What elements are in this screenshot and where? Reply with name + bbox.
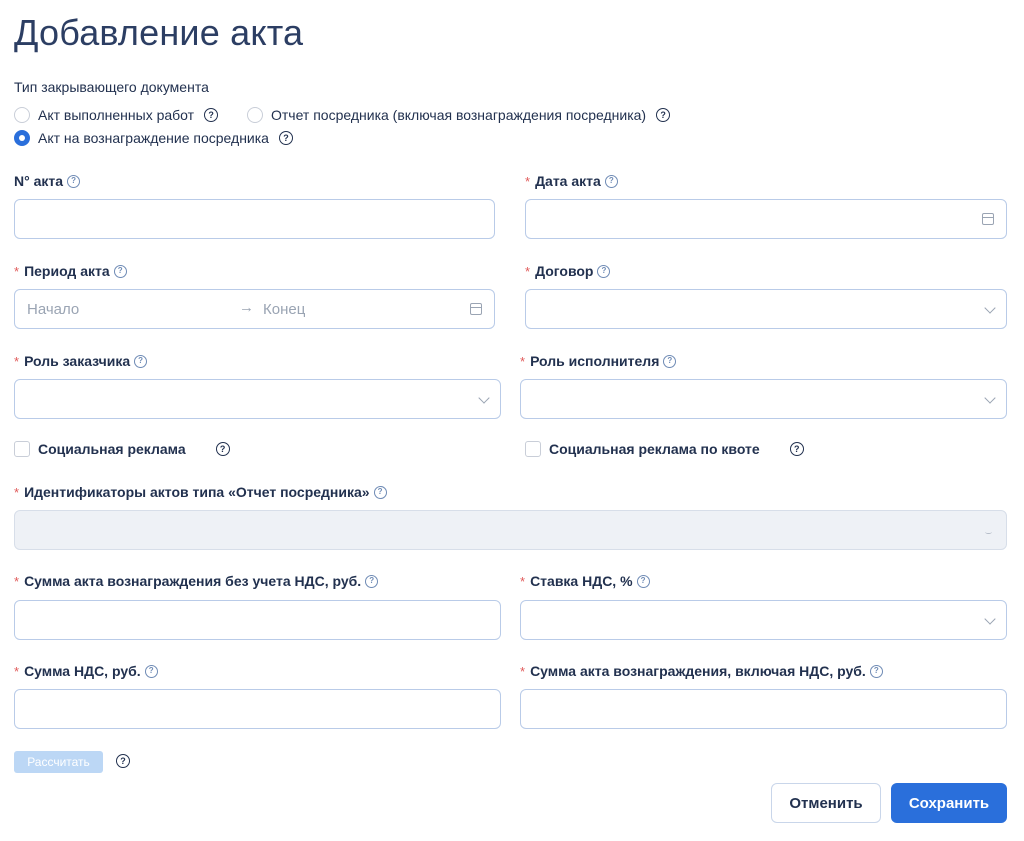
vat-rate-select[interactable] [520, 600, 1007, 640]
social-ad-checkbox[interactable] [14, 441, 30, 457]
help-icon[interactable]: ? [663, 354, 677, 368]
social-ad-checkbox-row[interactable]: Социальная реклама ? [14, 441, 230, 457]
vat-sum-field[interactable] [15, 690, 500, 728]
help-icon[interactable]: ? [373, 485, 387, 499]
chevron-down-icon[interactable] [984, 302, 996, 314]
required-marker: * [520, 663, 526, 679]
act-period-label: * Период акта ? [14, 263, 127, 279]
radio-label: Акт выполненных работ [38, 107, 195, 123]
act-number-field[interactable] [15, 200, 494, 238]
social-ad-quota-checkbox-row[interactable]: Социальная реклама по квоте ? [525, 441, 804, 457]
help-icon[interactable]: ? [365, 574, 379, 588]
help-icon[interactable]: ? [134, 354, 148, 368]
doc-type-label: Тип закрывающего документа [14, 79, 209, 95]
contract-label: * Договор ? [525, 263, 611, 279]
required-marker: * [520, 353, 526, 369]
help-icon[interactable]: ? [656, 108, 671, 122]
chevron-down-icon [985, 530, 992, 534]
help-icon[interactable]: ? [116, 754, 130, 768]
radio-button[interactable] [14, 107, 30, 123]
required-marker: * [14, 353, 20, 369]
required-marker: * [14, 573, 20, 589]
act-date-label: * Дата акта ? [525, 173, 618, 189]
help-icon[interactable]: ? [215, 442, 230, 456]
act-date-picker[interactable] [525, 199, 1007, 239]
radio-option-intermediary-fee[interactable]: Акт на вознаграждение посредника ? [14, 130, 293, 146]
act-number-input[interactable] [14, 199, 495, 239]
customer-role-label: * Роль заказчика ? [14, 353, 148, 369]
social-ad-quota-checkbox[interactable] [525, 441, 541, 457]
radio-label: Акт на вознаграждение посредника [38, 130, 269, 146]
sum-without-vat-input[interactable] [14, 600, 501, 640]
intermediary-ids-label: * Идентификаторы актов типа «Отчет посре… [14, 484, 387, 500]
radio-option-completed-works[interactable]: Акт выполненных работ ? [14, 107, 219, 123]
required-marker: * [525, 173, 531, 189]
sum-with-vat-label: * Сумма акта вознаграждения, включая НДС… [520, 663, 883, 679]
vat-sum-label: * Сумма НДС, руб. ? [14, 663, 158, 679]
help-icon[interactable]: ? [869, 664, 883, 678]
required-marker: * [520, 573, 526, 589]
help-icon[interactable]: ? [67, 174, 81, 188]
help-icon[interactable]: ? [278, 131, 293, 145]
save-button[interactable]: Сохранить [891, 783, 1007, 823]
help-icon[interactable]: ? [597, 264, 611, 278]
required-marker: * [14, 484, 20, 500]
cancel-button[interactable]: Отменить [771, 783, 881, 823]
help-icon[interactable]: ? [113, 264, 127, 278]
sum-with-vat-field[interactable] [521, 690, 1006, 728]
sum-with-vat-input[interactable] [520, 689, 1007, 729]
chevron-down-icon[interactable] [984, 613, 996, 625]
radio-option-intermediary-report[interactable]: Отчет посредника (включая вознаграждения… [247, 107, 671, 123]
calendar-icon[interactable] [982, 213, 994, 225]
customer-role-select[interactable] [14, 379, 501, 419]
radio-button-selected[interactable] [14, 130, 30, 146]
chevron-down-icon[interactable] [984, 392, 996, 404]
range-end-placeholder[interactable]: Конец [263, 301, 305, 318]
vat-rate-label: * Ставка НДС, % ? [520, 573, 650, 589]
arrow-right-icon: → [239, 299, 254, 316]
chevron-down-icon[interactable] [478, 392, 490, 404]
sum-without-vat-label: * Сумма акта вознаграждения без учета НД… [14, 573, 379, 589]
radio-label: Отчет посредника (включая вознаграждения… [271, 107, 647, 123]
calendar-icon[interactable] [470, 303, 482, 315]
help-icon[interactable]: ? [144, 664, 158, 678]
required-marker: * [14, 263, 20, 279]
act-number-label: N° акта ? [14, 173, 81, 189]
required-marker: * [525, 263, 531, 279]
page-title: Добавление акта [14, 12, 304, 53]
sum-without-vat-field[interactable] [15, 601, 500, 639]
calculate-button[interactable]: Рассчитать [14, 751, 103, 773]
help-icon[interactable]: ? [604, 174, 618, 188]
contract-select[interactable] [525, 289, 1007, 329]
radio-button[interactable] [247, 107, 263, 123]
act-period-range-picker[interactable]: Начало → Конец [14, 289, 495, 329]
executor-role-select[interactable] [520, 379, 1007, 419]
help-icon[interactable]: ? [204, 108, 219, 122]
help-icon[interactable]: ? [789, 442, 804, 456]
vat-sum-input[interactable] [14, 689, 501, 729]
range-start-placeholder[interactable]: Начало [27, 301, 79, 318]
help-icon[interactable]: ? [636, 574, 650, 588]
executor-role-label: * Роль исполнителя ? [520, 353, 677, 369]
intermediary-ids-select [14, 510, 1007, 550]
required-marker: * [14, 663, 20, 679]
